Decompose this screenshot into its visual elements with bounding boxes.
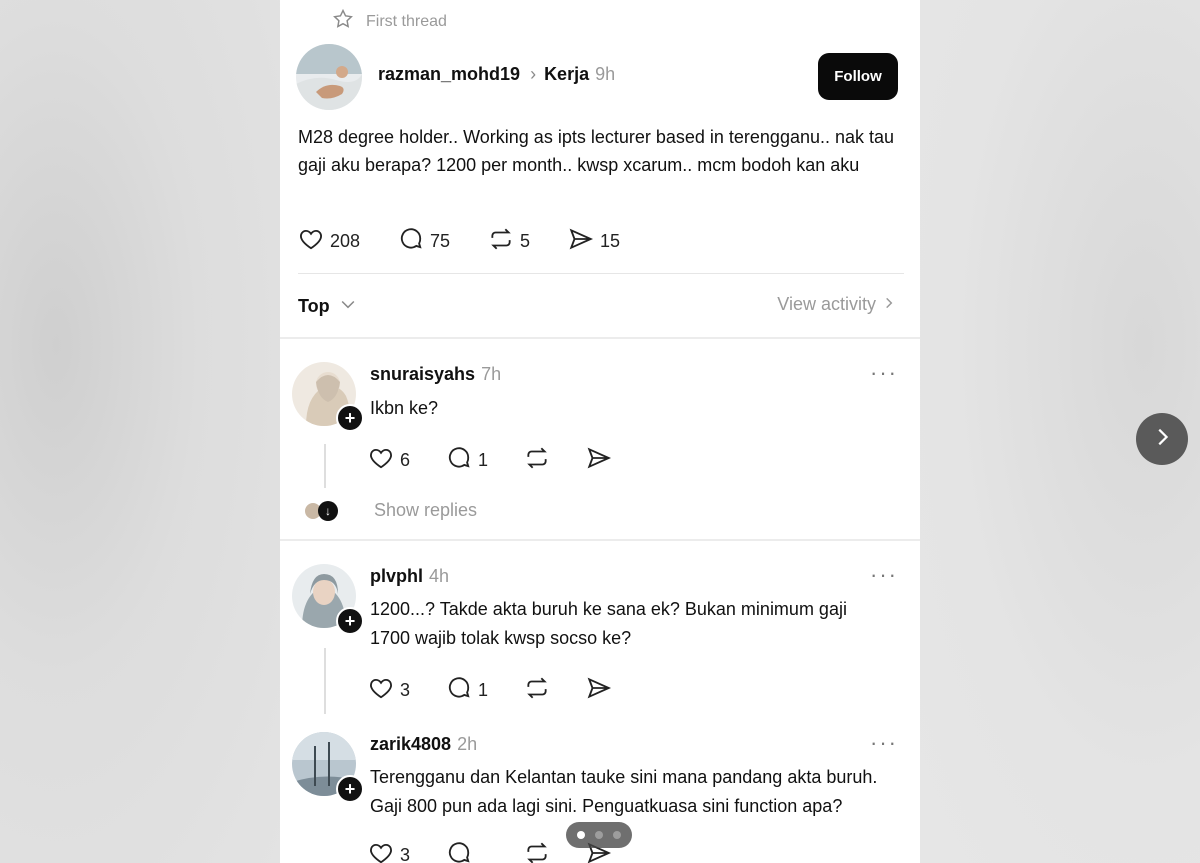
share-button[interactable]	[586, 675, 612, 706]
comment-count: 1	[478, 680, 489, 700]
like-count: 3	[400, 680, 411, 700]
carousel-pager	[566, 822, 632, 848]
show-replies-label: Show replies	[374, 500, 478, 520]
reply-username-text: plvphl	[370, 566, 423, 586]
repost-button[interactable]	[524, 445, 586, 476]
comment-icon	[446, 840, 472, 863]
comment-button[interactable]: 1	[446, 445, 524, 476]
reply-text: 1200...? Takde akta buruh ke sana ek? Bu…	[370, 599, 847, 648]
op-time: 9h	[595, 64, 616, 84]
comment-icon	[398, 226, 424, 257]
reply-actions: 6 1	[368, 445, 612, 476]
follow-plus-button[interactable]: +	[336, 404, 364, 432]
reply-text: Terengganu dan Kelantan tauke sini mana …	[370, 767, 878, 816]
divider	[280, 337, 920, 339]
like-button[interactable]: 208	[298, 226, 398, 257]
reply-username-text: zarik4808	[370, 734, 452, 754]
op-actions: 208 75 5 15	[298, 226, 620, 257]
repost-icon	[524, 445, 550, 476]
first-thread-text: First thread	[366, 12, 447, 30]
like-button[interactable]: 3	[368, 675, 446, 706]
pager-dot[interactable]	[613, 831, 621, 839]
share-icon	[586, 445, 612, 476]
follow-button[interactable]: Follow	[818, 53, 898, 100]
show-replies-button[interactable]: ↓ Show replies	[304, 500, 477, 521]
arrow-down-icon: ↓	[318, 500, 338, 521]
follow-plus-button[interactable]: +	[336, 775, 364, 803]
comment-button[interactable]: 1	[446, 675, 524, 706]
heart-icon	[368, 445, 394, 476]
more-options-icon[interactable]: ···	[870, 730, 898, 756]
like-button[interactable]: 6	[368, 445, 446, 476]
share-icon	[586, 675, 612, 706]
share-button[interactable]	[586, 445, 612, 476]
first-thread-label: First thread	[332, 8, 447, 35]
repost-icon	[488, 226, 514, 257]
reply-avatars: ↓	[304, 500, 364, 521]
view-activity-link[interactable]: View activity	[777, 294, 896, 315]
repost-button[interactable]: 5	[488, 226, 568, 257]
op-avatar[interactable]	[296, 44, 362, 110]
thread-line	[324, 444, 326, 488]
comment-icon	[446, 675, 472, 706]
view-activity-label: View activity	[777, 294, 876, 314]
more-options-icon[interactable]: ···	[870, 562, 898, 588]
like-count: 6	[400, 450, 411, 470]
left-backdrop	[0, 0, 280, 863]
heart-icon	[298, 226, 324, 257]
divider	[298, 273, 904, 274]
repost-icon	[524, 675, 550, 706]
reply-username[interactable]: plvphl 4h	[370, 566, 449, 587]
like-count: 3	[400, 845, 411, 863]
star-icon	[332, 8, 354, 35]
reply-username[interactable]: zarik4808 2h	[370, 734, 477, 755]
more-options-icon[interactable]: ···	[870, 360, 898, 386]
op-header: razman_mohd19 › Kerja 9h	[378, 64, 615, 85]
sort-label: Top	[298, 296, 330, 316]
follow-plus-button[interactable]: +	[336, 607, 364, 635]
reply-actions: 3 1	[368, 675, 612, 706]
divider	[280, 539, 920, 541]
comment-count: 75	[430, 231, 451, 251]
repost-button[interactable]	[524, 675, 586, 706]
reply-username[interactable]: snuraisyahs 7h	[370, 364, 501, 385]
like-count: 208	[330, 231, 361, 251]
comment-icon	[446, 445, 472, 476]
share-icon	[568, 226, 594, 257]
like-button[interactable]: 3	[368, 840, 446, 863]
repost-icon	[524, 840, 550, 863]
heart-icon	[368, 840, 394, 863]
heart-icon	[368, 675, 394, 706]
next-slide-button[interactable]	[1136, 413, 1188, 465]
comment-count: 1	[478, 450, 489, 470]
share-count: 15	[600, 231, 621, 251]
comment-button[interactable]: 75	[398, 226, 488, 257]
chevron-down-icon	[338, 294, 358, 319]
repost-count: 5	[520, 231, 531, 251]
op-text: M28 degree holder.. Working as ipts lect…	[298, 127, 895, 175]
reply-time: 2h	[457, 734, 478, 754]
reply-username-text: snuraisyahs	[370, 364, 476, 384]
reply-time: 4h	[429, 566, 450, 586]
share-button[interactable]: 15	[568, 226, 620, 257]
sort-dropdown[interactable]: Top	[298, 294, 358, 319]
op-username[interactable]: razman_mohd19	[378, 64, 520, 85]
chevron-right-icon	[1151, 426, 1173, 453]
pager-dot[interactable]	[577, 831, 585, 839]
thread-line	[324, 648, 326, 714]
thread-panel: First thread razman_mohd19 › Kerja 9h Fo…	[280, 0, 920, 863]
pager-dot[interactable]	[595, 831, 603, 839]
comment-button[interactable]	[446, 840, 524, 863]
reply-time: 7h	[481, 364, 502, 384]
chevron-right-icon: ›	[530, 64, 537, 84]
op-topic[interactable]: Kerja	[544, 64, 589, 85]
chevron-right-icon	[882, 294, 896, 315]
reply-text: Ikbn ke?	[370, 398, 439, 418]
